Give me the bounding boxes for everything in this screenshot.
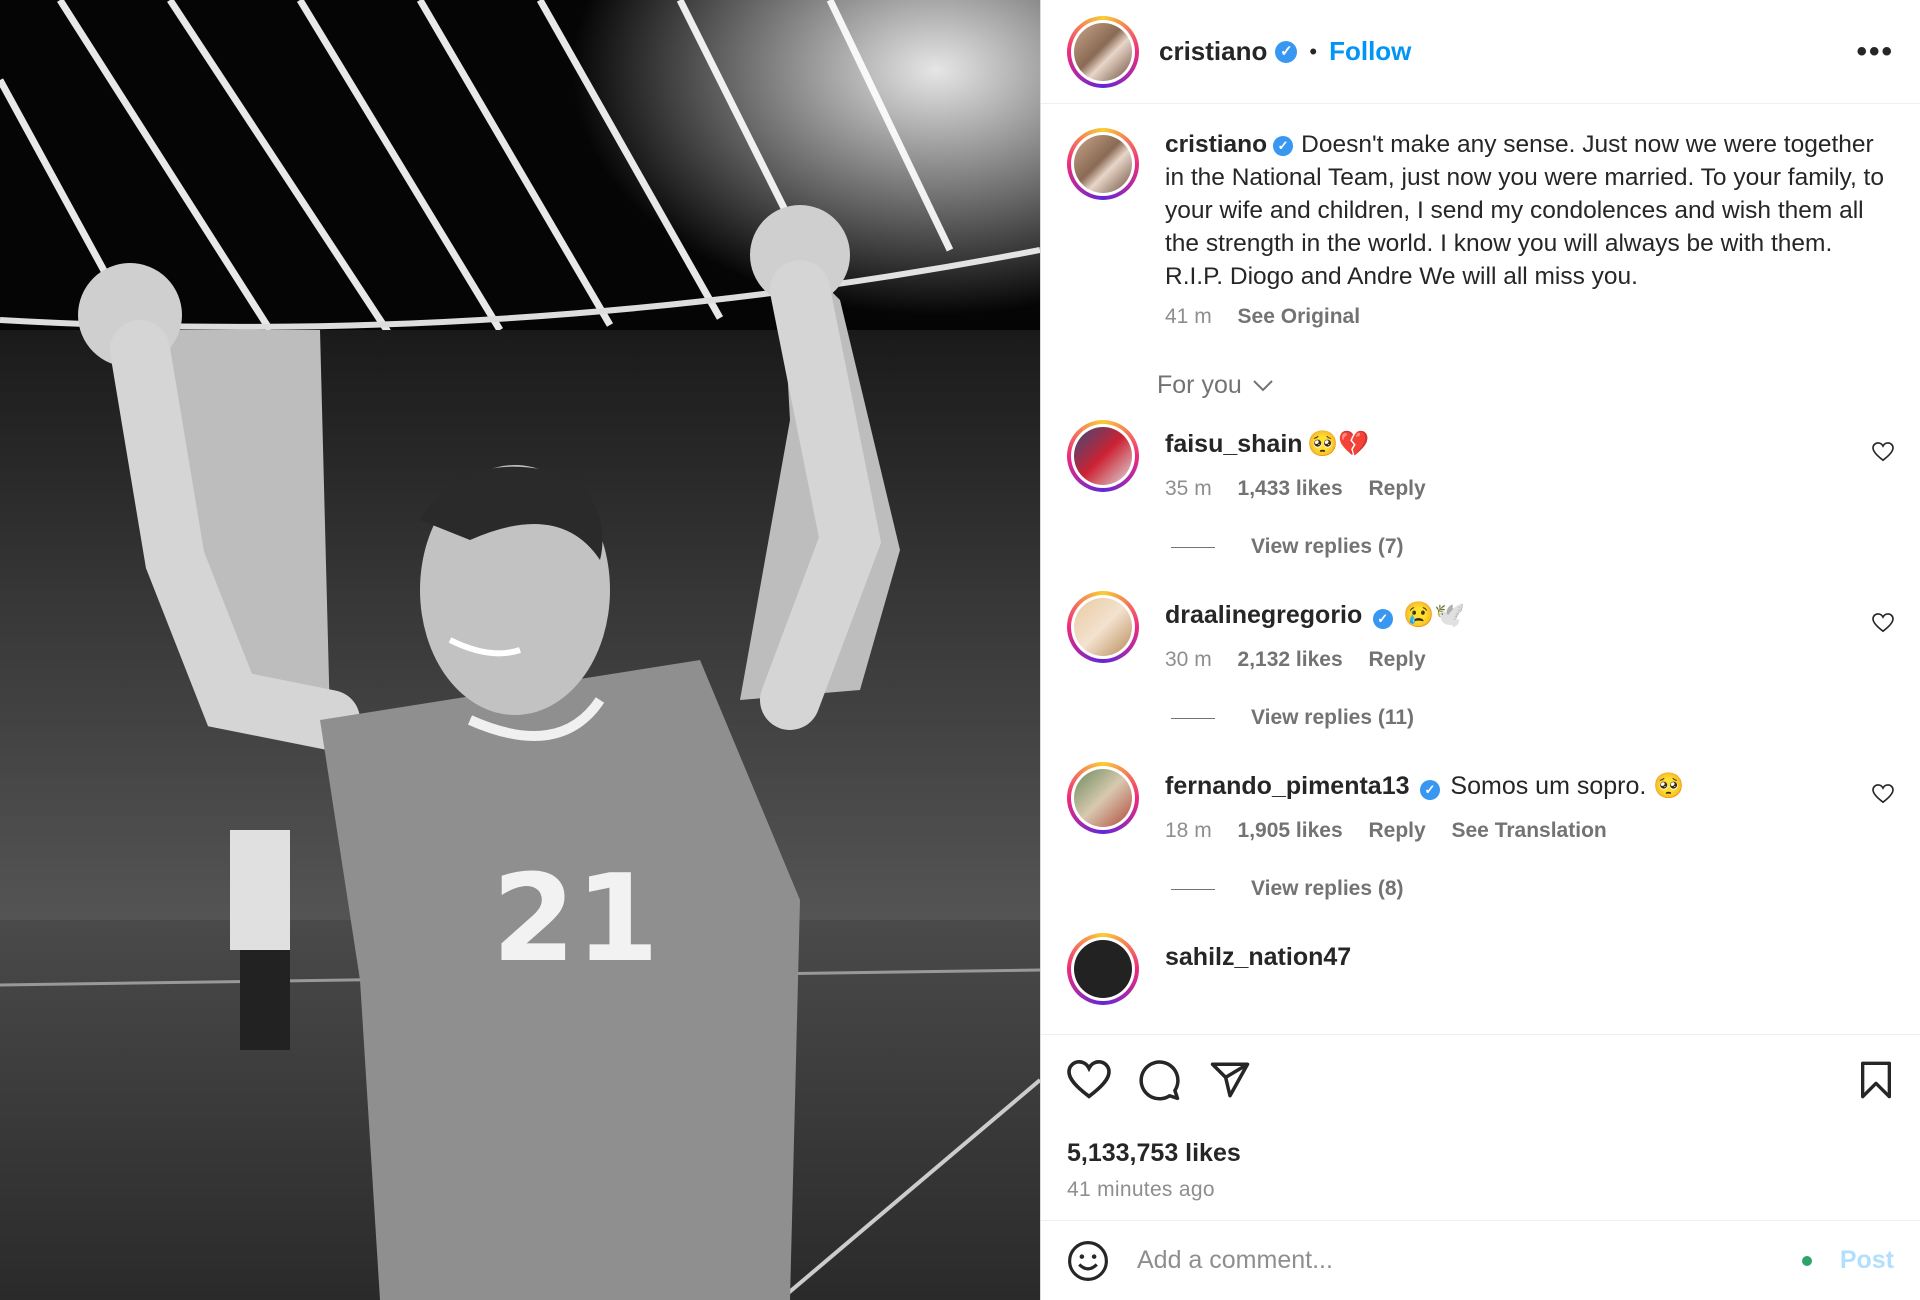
caption-time: 41 m xyxy=(1165,305,1212,328)
reply-button[interactable]: Reply xyxy=(1368,648,1425,671)
comment-likes[interactable]: 1,905 likes xyxy=(1238,819,1343,842)
comment-icon[interactable] xyxy=(1139,1059,1181,1101)
separator-dot: • xyxy=(1309,38,1318,64)
comment-meta: 35 m 1,433 likes Reply xyxy=(1165,477,1894,501)
comment-heart-icon[interactable] xyxy=(1872,613,1894,633)
comment-meta: 18 m 1,905 likes Reply See Translation xyxy=(1165,819,1894,843)
reply-button[interactable]: Reply xyxy=(1368,477,1425,500)
caption-row: cristiano ✓ Doesn't make any sense. Just n… xyxy=(1067,128,1894,329)
comment-item: fernando_pimenta13 ✓ Somos um sopro. 🥺 1… xyxy=(1067,762,1894,843)
commenter-username[interactable]: faisu_shain xyxy=(1165,430,1303,458)
post-actions: 5,133,753 likes 41 minutes ago xyxy=(1041,1034,1920,1220)
view-replies-button[interactable]: View replies (7) xyxy=(1171,535,1894,559)
post-image[interactable]: 21 xyxy=(0,0,1040,1300)
follow-button[interactable]: Follow xyxy=(1329,36,1411,67)
post-detail-panel: cristiano ✓ • Follow ••• cristiano ✓ Doesn… xyxy=(1040,0,1920,1300)
comment-text: 🥺💔 xyxy=(1307,430,1370,458)
comment-likes[interactable]: 1,433 likes xyxy=(1238,477,1343,500)
post-comment-button[interactable]: Post xyxy=(1840,1246,1894,1275)
comment-item: faisu_shain 🥺💔 35 m 1,433 likes Reply xyxy=(1067,420,1894,501)
commenter-avatar[interactable] xyxy=(1074,598,1132,656)
view-replies-label: View replies (11) xyxy=(1251,706,1415,729)
jersey-number: 21 xyxy=(492,850,659,989)
comment-heart-icon[interactable] xyxy=(1872,784,1894,804)
sort-dropdown[interactable]: For you xyxy=(1157,371,1894,400)
commenter-username[interactable]: sahilz_nation47 xyxy=(1165,943,1351,971)
view-replies-button[interactable]: View replies (11) xyxy=(1171,706,1894,730)
bookmark-icon[interactable] xyxy=(1858,1060,1894,1100)
caption-text: cristiano ✓ Doesn't make any sense. Just n… xyxy=(1165,128,1894,293)
commenter-avatar[interactable] xyxy=(1074,427,1132,485)
view-replies-button[interactable]: View replies (8) xyxy=(1171,877,1894,901)
share-icon[interactable] xyxy=(1209,1059,1251,1101)
comments-scroll-area[interactable]: cristiano ✓ Doesn't make any sense. Just n… xyxy=(1041,104,1920,1034)
heart-icon[interactable] xyxy=(1067,1060,1111,1100)
caption-meta: 41 m See Original xyxy=(1165,305,1894,329)
view-replies-label: View replies (7) xyxy=(1251,535,1404,558)
commenter-username[interactable]: fernando_pimenta13 xyxy=(1165,772,1410,800)
post-timestamp: 41 minutes ago xyxy=(1067,1178,1215,1201)
chevron-down-icon xyxy=(1253,379,1273,391)
comment-time: 18 m xyxy=(1165,819,1212,842)
caption-author-avatar[interactable] xyxy=(1067,128,1139,200)
verified-badge-icon: ✓ xyxy=(1273,135,1294,156)
comment-composer: Post xyxy=(1041,1220,1920,1300)
verified-badge-icon: ✓ xyxy=(1419,779,1440,800)
commenter-username[interactable]: draalinegregorio xyxy=(1165,601,1362,629)
comment-input[interactable] xyxy=(1135,1245,1802,1276)
commenter-avatar[interactable] xyxy=(1074,940,1132,998)
verified-badge-icon: ✓ xyxy=(1275,40,1298,63)
like-count[interactable]: 5,133,753 likes xyxy=(1067,1139,1894,1168)
caption-body: Doesn't make any sense. Just now we were… xyxy=(1165,131,1884,290)
author-username[interactable]: cristiano xyxy=(1159,36,1267,67)
comment-heart-icon[interactable] xyxy=(1872,442,1894,462)
comment-item: sahilz_nation47 xyxy=(1067,933,1894,1005)
comment-meta: 30 m 2,132 likes Reply xyxy=(1165,648,1894,672)
emoji-icon[interactable] xyxy=(1067,1240,1109,1282)
post-photo-illustration: 21 xyxy=(0,0,1040,1300)
status-dot xyxy=(1801,1255,1812,1266)
more-options-icon[interactable]: ••• xyxy=(1856,35,1894,69)
comment-likes[interactable]: 2,132 likes xyxy=(1238,648,1343,671)
verified-badge-icon: ✓ xyxy=(1372,608,1393,629)
author-avatar[interactable] xyxy=(1067,15,1139,88)
reply-button[interactable]: Reply xyxy=(1368,819,1425,842)
comment-item: draalinegregorio ✓ 😢🕊️ 30 m 2,132 likes … xyxy=(1067,591,1894,672)
commenter-avatar[interactable] xyxy=(1074,769,1132,827)
post-header: cristiano ✓ • Follow ••• xyxy=(1041,0,1920,104)
see-translation-button[interactable]: See Translation xyxy=(1452,819,1607,842)
comment-text: 😢🕊️ xyxy=(1403,601,1466,629)
see-original-button[interactable]: See Original xyxy=(1238,305,1361,328)
caption-author-username[interactable]: cristiano xyxy=(1165,131,1267,158)
comment-time: 35 m xyxy=(1165,477,1212,500)
sort-label: For you xyxy=(1157,371,1242,399)
view-replies-label: View replies (8) xyxy=(1251,877,1404,900)
comment-text: Somos um sopro. 🥺 xyxy=(1450,772,1685,800)
comment-time: 30 m xyxy=(1165,648,1212,671)
